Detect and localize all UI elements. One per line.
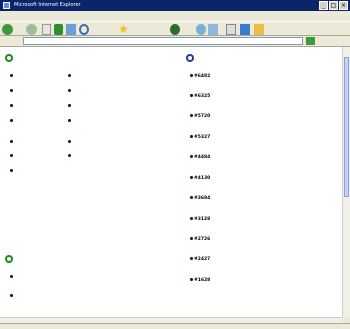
link-item[interactable] xyxy=(10,74,14,79)
link-item[interactable] xyxy=(68,140,72,145)
link-item[interactable] xyxy=(10,154,14,159)
list-item[interactable]: #1628 xyxy=(190,278,210,283)
list-item[interactable]: #5720 xyxy=(190,114,210,119)
dot-icon xyxy=(10,169,13,172)
list-item-label: #4484 xyxy=(194,155,211,160)
scrollbar-thumb[interactable] xyxy=(344,57,349,197)
list-item-label: #2726 xyxy=(194,237,211,242)
links-button[interactable] xyxy=(318,36,348,46)
list-item[interactable] xyxy=(10,294,14,299)
dot-icon xyxy=(190,257,193,260)
dot-icon xyxy=(68,104,71,107)
status-bar xyxy=(0,323,350,329)
list-item[interactable]: #3128 xyxy=(190,217,210,222)
dot-icon xyxy=(68,154,71,157)
dot-icon xyxy=(10,275,13,278)
dot-icon xyxy=(10,294,13,297)
left-section-title xyxy=(5,54,17,62)
dot-icon xyxy=(68,119,71,122)
link-item[interactable] xyxy=(68,119,72,124)
dot-icon xyxy=(10,74,13,77)
link-item[interactable] xyxy=(10,169,14,174)
list-item-label: #6325 xyxy=(194,94,211,99)
edit-button[interactable] xyxy=(240,24,250,35)
list-item[interactable]: #5327 xyxy=(190,135,210,140)
list-item[interactable]: #2427 xyxy=(190,257,210,262)
print-button[interactable] xyxy=(226,24,236,35)
dot-icon xyxy=(190,176,193,179)
list-item[interactable]: #6325 xyxy=(190,94,210,99)
list-item-label: #3128 xyxy=(194,217,211,222)
search-button[interactable] xyxy=(79,24,89,35)
green-bullet-icon xyxy=(5,255,13,263)
green-bullet-icon xyxy=(5,54,13,62)
list-item-label: #1628 xyxy=(194,278,211,283)
window-controls: _ □ × xyxy=(319,1,348,10)
link-item[interactable] xyxy=(10,140,14,145)
title-bar: Microsoft Internet Explorer _ □ × xyxy=(0,0,350,11)
dot-icon xyxy=(190,74,193,77)
address-input[interactable] xyxy=(23,37,303,45)
dot-icon xyxy=(10,154,13,157)
dot-icon xyxy=(190,196,193,199)
dot-icon xyxy=(10,89,13,92)
dot-icon xyxy=(68,140,71,143)
history-button[interactable] xyxy=(196,24,206,35)
list-item-label: #2427 xyxy=(194,257,211,262)
window-title: Microsoft Internet Explorer xyxy=(14,2,81,8)
page-content: #6482 #6325 #5720 #5327 #4484 #4130 #3684 #3128… xyxy=(0,47,342,317)
list-item[interactable]: #4130 xyxy=(190,176,210,181)
dot-icon xyxy=(190,278,193,281)
list-item-label: #6482 xyxy=(194,74,211,79)
go-button[interactable] xyxy=(306,37,315,45)
dot-icon xyxy=(190,217,193,220)
toolbar: ★ xyxy=(0,21,350,36)
list-item[interactable]: #6482 xyxy=(190,74,210,79)
blue-bullet-icon xyxy=(186,54,194,62)
mail-button[interactable] xyxy=(208,24,218,35)
link-item[interactable] xyxy=(68,89,72,94)
dot-icon xyxy=(190,135,193,138)
dot-icon xyxy=(68,74,71,77)
forward-button[interactable] xyxy=(26,24,37,35)
list-item-label: #3684 xyxy=(194,196,211,201)
minimize-button[interactable]: _ xyxy=(319,1,328,10)
link-item[interactable] xyxy=(68,74,72,79)
list-item-label: #5720 xyxy=(194,114,211,119)
list-item[interactable]: #3684 xyxy=(190,196,210,201)
list-item[interactable]: #2726 xyxy=(190,237,210,242)
maximize-button[interactable]: □ xyxy=(329,1,338,10)
back-button[interactable] xyxy=(2,24,13,35)
favorites-button[interactable]: ★ xyxy=(118,23,129,35)
vertical-scrollbar[interactable] xyxy=(342,47,350,317)
ie-icon xyxy=(3,2,10,9)
stop-button[interactable] xyxy=(42,24,51,35)
dot-icon xyxy=(190,114,193,117)
link-item[interactable] xyxy=(10,89,14,94)
address-bar xyxy=(0,36,350,47)
link-item[interactable] xyxy=(10,119,14,124)
left-section2-title xyxy=(5,255,17,263)
list-item[interactable] xyxy=(10,275,14,280)
dot-icon xyxy=(190,155,193,158)
refresh-button[interactable] xyxy=(54,24,63,35)
right-section-title xyxy=(186,54,198,62)
list-item-label: #4130 xyxy=(194,176,211,181)
home-button[interactable] xyxy=(66,24,76,35)
close-button[interactable]: × xyxy=(339,1,348,10)
link-item[interactable] xyxy=(68,104,72,109)
dot-icon xyxy=(10,104,13,107)
link-item[interactable] xyxy=(68,154,72,159)
dot-icon xyxy=(68,89,71,92)
messenger-button[interactable] xyxy=(254,24,264,35)
menu-bar xyxy=(0,11,350,21)
list-item[interactable]: #4484 xyxy=(190,155,210,160)
list-item-label: #5327 xyxy=(194,135,211,140)
dot-icon xyxy=(10,140,13,143)
media-button[interactable] xyxy=(170,24,180,35)
dot-icon xyxy=(10,119,13,122)
link-item[interactable] xyxy=(10,104,14,109)
dot-icon xyxy=(190,94,193,97)
dot-icon xyxy=(190,237,193,240)
